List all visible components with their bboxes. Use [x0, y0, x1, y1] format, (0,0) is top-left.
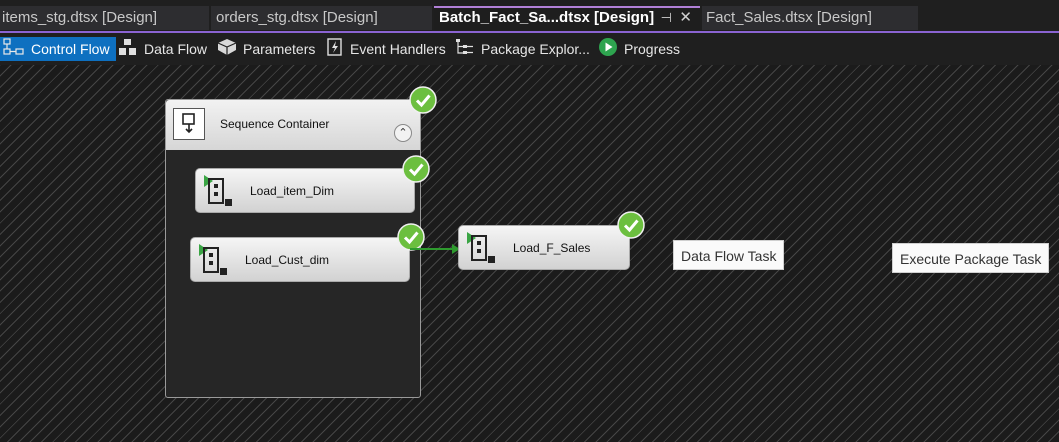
success-check-icon: [617, 211, 645, 239]
control-flow-label: Control Flow: [31, 41, 110, 57]
tab-label: Fact_Sales.dtsx [Design]: [706, 9, 872, 26]
control-flow-icon: [3, 38, 25, 63]
tab-label: Batch_Fact_Sa...dtsx [Design]: [439, 9, 655, 26]
tab-label: items_stg.dtsx [Design]: [2, 9, 158, 26]
pin-icon[interactable]: ⊣: [661, 8, 672, 28]
tab-items-stg[interactable]: items_stg.dtsx [Design]: [0, 6, 209, 30]
success-check-icon: [409, 86, 437, 114]
data-flow-task-load-cust-dim[interactable]: Load_Cust_dim: [190, 237, 410, 282]
data-flow-task-icon: [467, 232, 495, 263]
data-flow-label: Data Flow: [144, 41, 208, 57]
precedence-constraint-arrow[interactable]: [410, 242, 462, 256]
task-label: Load_F_Sales: [513, 241, 591, 255]
tab-label: orders_stg.dtsx [Design]: [216, 9, 378, 26]
tab-orders-stg[interactable]: orders_stg.dtsx [Design]: [211, 6, 432, 30]
package-explorer-label: Package Explor...: [481, 41, 590, 57]
data-flow-task-icon: [204, 175, 232, 206]
task-label: Load_Cust_dim: [245, 253, 330, 267]
tab-batch-fact-sales[interactable]: Batch_Fact_Sa...dtsx [Design] ⊣ ✕: [434, 6, 700, 30]
event-handlers-label: Event Handlers: [350, 41, 446, 57]
document-tab-bar: items_stg.dtsx [Design] orders_stg.dtsx …: [0, 0, 1059, 32]
designer-toolbar: Control Flow Data Flow Parameters Event …: [0, 33, 1059, 65]
progress-button[interactable]: Progress: [598, 37, 680, 61]
data-flow-task-load-f-sales[interactable]: Load_F_Sales: [458, 225, 630, 270]
close-icon[interactable]: ✕: [679, 8, 692, 28]
success-check-icon: [402, 155, 430, 183]
sequence-container-icon: [173, 108, 205, 140]
collapse-chevron-up-icon[interactable]: ⌃: [394, 124, 412, 142]
progress-play-icon: [598, 37, 618, 64]
package-explorer-button[interactable]: Package Explor...: [455, 37, 590, 61]
tab-fact-sales[interactable]: Fact_Sales.dtsx [Design]: [702, 6, 918, 30]
tooltip-execute-package-task: Execute Package Task: [892, 243, 1050, 273]
data-flow-icon: [118, 38, 138, 63]
event-handlers-icon: [326, 38, 344, 63]
progress-label: Progress: [624, 41, 681, 58]
data-flow-task-icon: [199, 244, 227, 275]
parameters-label: Parameters: [243, 41, 316, 57]
package-explorer-icon: [455, 38, 475, 63]
event-handlers-button[interactable]: Event Handlers: [326, 37, 446, 61]
tooltip-data-flow-task: Data Flow Task: [673, 240, 785, 270]
sequence-container-header[interactable]: Sequence Container ⌃: [166, 100, 420, 150]
sequence-container-title: Sequence Container: [220, 117, 330, 131]
data-flow-task-load-item-dim[interactable]: Load_item_Dim: [195, 168, 415, 213]
task-label: Load_item_Dim: [250, 184, 335, 198]
control-flow-button[interactable]: Control Flow: [0, 37, 116, 61]
parameters-icon: [217, 38, 237, 63]
parameters-button[interactable]: Parameters: [217, 37, 315, 61]
data-flow-button[interactable]: Data Flow: [118, 37, 207, 61]
